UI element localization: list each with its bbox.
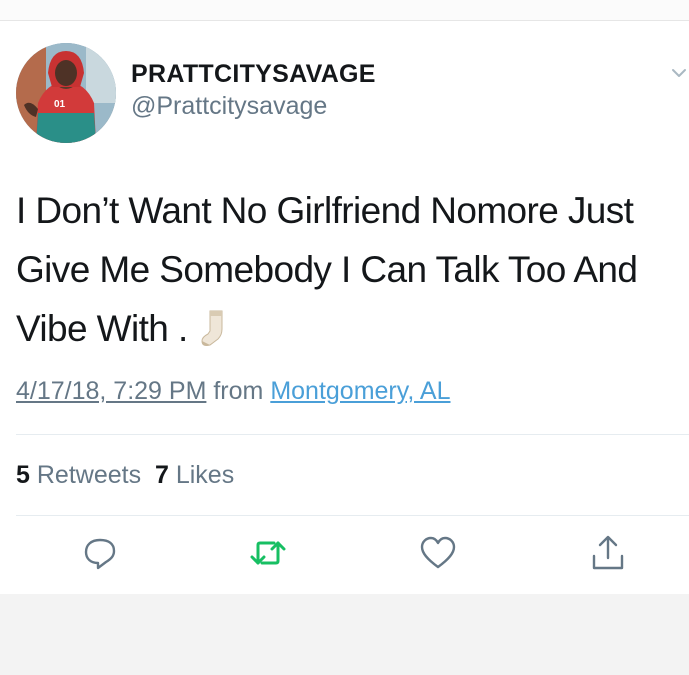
tweet-text-line-content: Vibe With . — [16, 308, 188, 349]
tweet-card: 01 PRATTCITYSAVAGE @Prattcitysavage I Do… — [0, 21, 689, 594]
retweet-button[interactable] — [248, 533, 288, 573]
svg-text:01: 01 — [54, 99, 66, 110]
author-block[interactable]: PRATTCITYSAVAGE @Prattcitysavage — [131, 59, 376, 121]
tweet-stats: 5 Retweets 7 Likes — [16, 461, 234, 490]
display-name[interactable]: PRATTCITYSAVAGE — [131, 59, 376, 89]
likes-label[interactable]: Likes — [176, 461, 234, 489]
top-strip — [0, 0, 689, 21]
likes-count[interactable]: 7 — [155, 461, 169, 489]
heart-icon — [420, 536, 456, 569]
tweet-text-line: Vibe With . — [16, 299, 681, 364]
retweets-count[interactable]: 5 — [16, 461, 30, 489]
from-label: from — [213, 377, 264, 405]
reply-button[interactable] — [80, 533, 120, 573]
share-icon — [592, 535, 624, 570]
reply-icon — [84, 538, 116, 570]
tweet-text-line: Give Me Somebody I Can Talk Too And — [16, 249, 638, 290]
divider — [16, 434, 689, 435]
tweet-meta: 4/17/18, 7:29 PM from Montgomery, AL — [16, 377, 451, 406]
timestamp-link[interactable]: 4/17/18, 7:29 PM — [16, 377, 206, 405]
share-button[interactable] — [588, 533, 628, 573]
location-link[interactable]: Montgomery, AL — [270, 377, 450, 405]
sock-emoji-icon — [198, 305, 232, 364]
like-button[interactable] — [418, 533, 458, 573]
tweet-text-line: I Don’t Want No Girlfriend Nomore Just — [16, 190, 634, 231]
avatar[interactable]: 01 — [16, 43, 116, 143]
retweets-label[interactable]: Retweets — [37, 461, 141, 489]
chevron-down-icon[interactable] — [669, 63, 689, 83]
action-bar — [0, 533, 689, 577]
user-handle[interactable]: @Prattcitysavage — [131, 91, 376, 121]
divider — [16, 515, 689, 516]
tweet-text: I Don’t Want No Girlfriend Nomore Just G… — [16, 181, 681, 364]
retweet-icon — [250, 541, 286, 565]
bottom-background — [0, 594, 689, 675]
